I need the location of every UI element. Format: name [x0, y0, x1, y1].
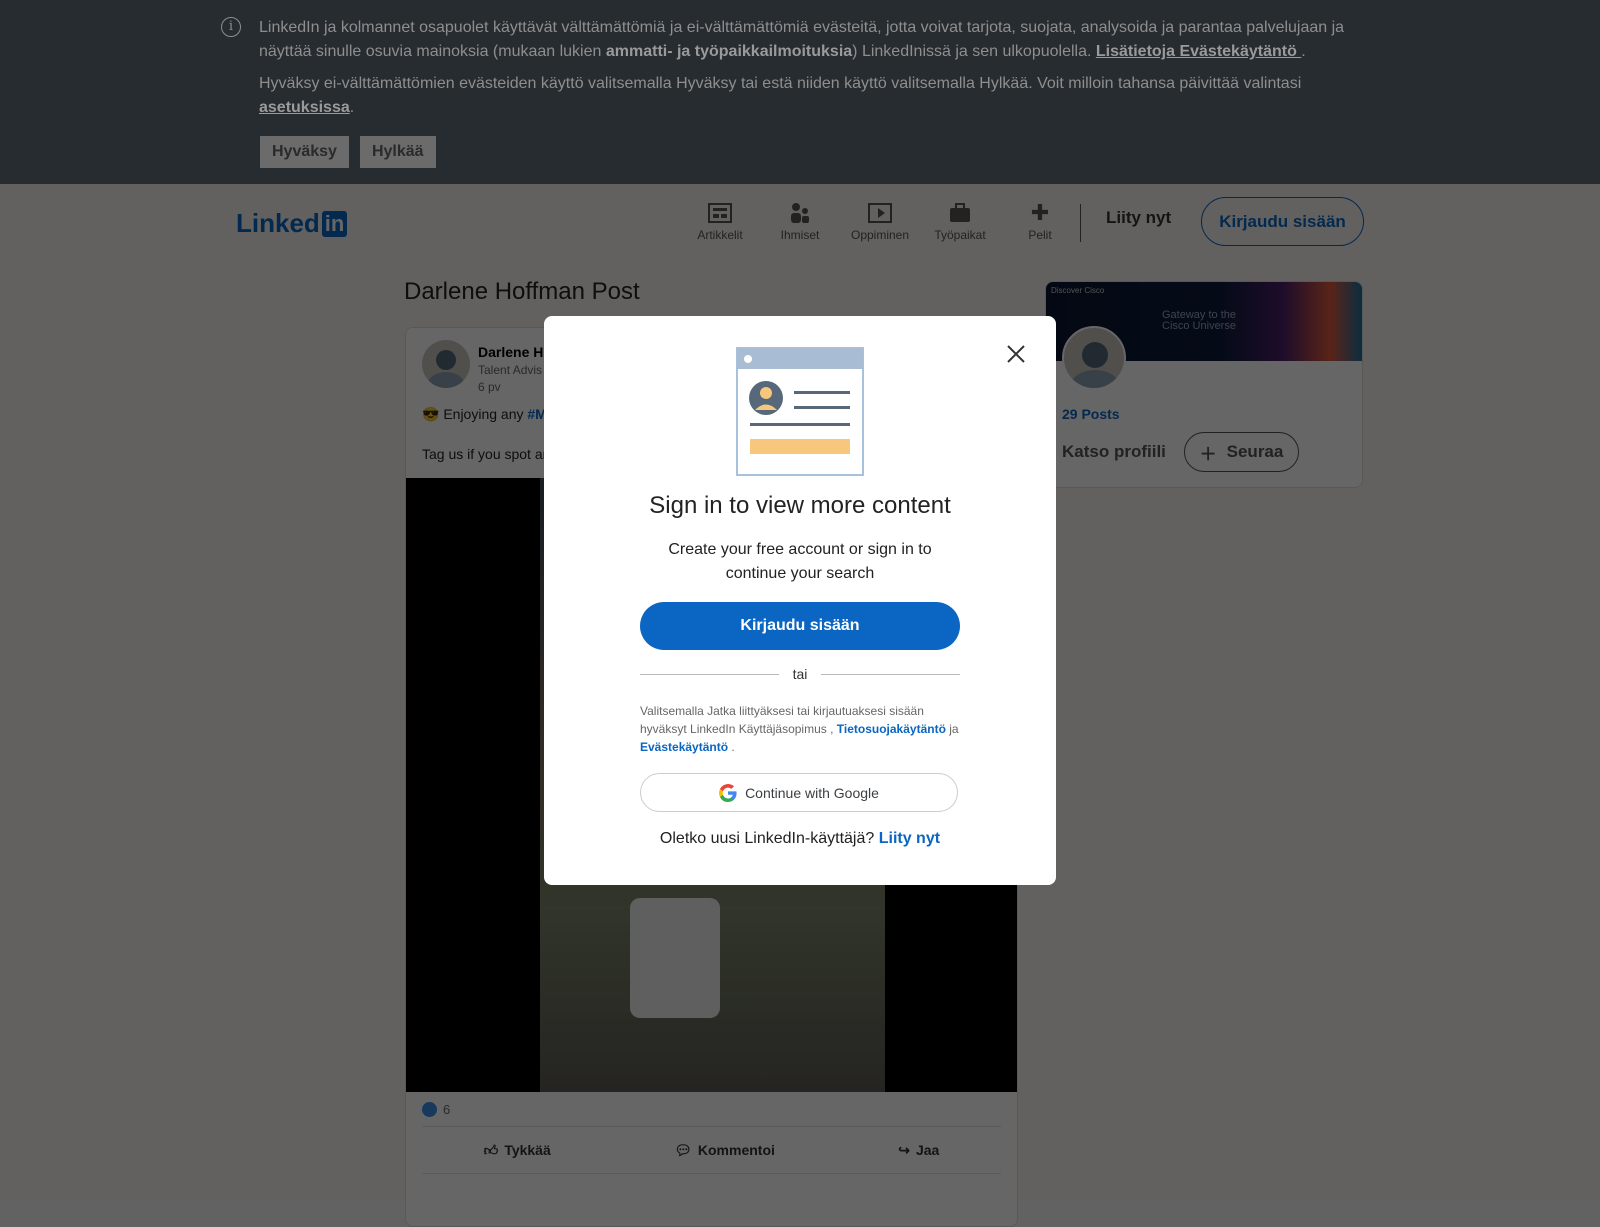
- post-text-part: Enjoying any: [439, 406, 528, 422]
- nav-games[interactable]: ✚ Pelit: [1000, 200, 1080, 242]
- post-text-line2: Tag us if you spot ar: [422, 446, 548, 462]
- follow-button[interactable]: ＋ Seuraa: [1184, 432, 1299, 472]
- nav-jobs[interactable]: Työpaikat: [920, 202, 1000, 242]
- nav-label: Pelit: [1028, 228, 1052, 242]
- banner-title: Gateway to the Cisco Universe: [1162, 309, 1236, 332]
- settings-link[interactable]: asetuksissa: [259, 99, 350, 116]
- sign-in-button[interactable]: Kirjaudu sisään: [1201, 197, 1364, 246]
- people-icon: [788, 202, 812, 224]
- follow-label: Seuraa: [1226, 442, 1284, 461]
- reject-cookies-button[interactable]: Hylkää: [359, 136, 436, 168]
- google-label: Continue with Google: [745, 784, 879, 801]
- share-button[interactable]: ↪ Jaa: [898, 1142, 939, 1159]
- join-now-link[interactable]: Liity nyt: [1106, 206, 1171, 230]
- legal-text-part: ja: [945, 722, 959, 736]
- cookie-text-part: ) LinkedInissä ja sen ulkopuolella.: [852, 43, 1096, 60]
- google-icon: [719, 783, 737, 802]
- comment-icon: 💬︎: [674, 1141, 692, 1158]
- nav-label: Työpaikat: [934, 228, 986, 242]
- thumbs-up-icon: 👍︎: [483, 1141, 499, 1158]
- or-label: tai: [792, 666, 808, 682]
- share-label: Jaa: [915, 1142, 940, 1158]
- reactions-count[interactable]: 6: [422, 1102, 450, 1117]
- logo-in: in: [321, 210, 348, 237]
- author-name[interactable]: Darlene H: [478, 344, 543, 360]
- nav-divider: [1080, 204, 1081, 242]
- legal-text: Valitsemalla Jatka liittyäksesi tai kirj…: [640, 702, 960, 756]
- cookie-text-bold: ammatti- ja työpaikkailmoituksia: [605, 43, 853, 60]
- learning-icon: [868, 202, 892, 224]
- sign-in-modal: Sign in to view more content Create your…: [544, 316, 1056, 885]
- cookie-text: LinkedIn ja kolmannet osapuolet käyttävä…: [259, 19, 1345, 60]
- like-label: Tykkää: [504, 1142, 551, 1158]
- share-arrow-icon: ↪: [898, 1141, 910, 1158]
- divider: [422, 1126, 1001, 1127]
- logo-text: Linked: [236, 208, 320, 238]
- linkedin-logo[interactable]: Linked in: [236, 208, 348, 239]
- profile-card-illustration: [736, 347, 864, 476]
- view-profile-link[interactable]: Katso profiili: [1062, 442, 1166, 462]
- modal-subtitle: Create your free account or sign in to c…: [668, 541, 932, 582]
- or-divider: tai: [640, 666, 961, 682]
- nav-articles[interactable]: Artikkelit: [680, 202, 760, 242]
- nav-label: Artikkelit: [697, 228, 743, 242]
- info-icon: i: [221, 17, 241, 37]
- comment-label: Kommentoi: [697, 1142, 775, 1158]
- plus-icon: ＋: [1199, 444, 1217, 464]
- modal-join-link[interactable]: Liity nyt: [879, 830, 940, 847]
- post-text: 😎 Enjoying any #M: [422, 406, 547, 423]
- like-button[interactable]: 👍︎ Tykkää: [484, 1142, 551, 1159]
- nav-people[interactable]: Ihmiset: [760, 202, 840, 242]
- nav-learning[interactable]: Oppiminen: [840, 202, 920, 242]
- post-time: 6 pv: [478, 380, 501, 394]
- jobs-icon: [948, 202, 972, 224]
- new-user-question: Oletko uusi LinkedIn-käyttäjä?: [659, 830, 879, 847]
- banner-small-text: Discover Cisco: [1051, 286, 1105, 295]
- author-sidebar-card: Discover Cisco Gateway to the Cisco Univ…: [1045, 281, 1363, 488]
- author-avatar[interactable]: [422, 340, 470, 388]
- like-reaction-icon: [422, 1102, 437, 1117]
- nav-label: Oppiminen: [850, 228, 910, 242]
- cookie-text-2: Hyväksy ei-välttämättömien evästeiden kä…: [259, 75, 1302, 116]
- close-icon[interactable]: [1004, 342, 1028, 366]
- new-user-text: Oletko uusi LinkedIn-käyttäjä? Liity nyt: [544, 830, 1056, 848]
- learn-more-link[interactable]: Lisätietoja Evästekäytäntö: [1096, 43, 1301, 60]
- comment-button[interactable]: 💬︎ Kommentoi: [674, 1142, 775, 1159]
- divider: [422, 1173, 1001, 1174]
- privacy-policy-link[interactable]: Tietosuojakäytäntö: [837, 722, 946, 736]
- nav-label: Ihmiset: [780, 228, 820, 242]
- reaction-number: 6: [443, 1102, 451, 1117]
- video-content: [630, 898, 720, 1018]
- accept-cookies-button[interactable]: Hyväksy: [260, 136, 349, 168]
- games-icon: ✚: [1030, 200, 1050, 225]
- cookie-text-part: Hyväksy ei-välttämättömien evästeiden kä…: [259, 75, 1302, 92]
- cookie-policy-link[interactable]: Evästekäytäntö: [640, 740, 728, 754]
- legal-text-part: .: [728, 740, 735, 754]
- page-title: Darlene Hoffman Post: [404, 278, 640, 305]
- modal-sign-in-button[interactable]: Kirjaudu sisään: [640, 602, 960, 650]
- posts-count-link[interactable]: 29 Posts: [1062, 406, 1120, 422]
- articles-icon: [708, 202, 732, 224]
- cookie-banner: i LinkedIn ja kolmannet osapuolet käyttä…: [0, 0, 1600, 184]
- author-headline: Talent Advis: [478, 363, 543, 377]
- emoji: 😎: [422, 406, 440, 422]
- modal-title: Sign in to view more content: [649, 492, 951, 519]
- profile-avatar[interactable]: [1062, 326, 1126, 390]
- continue-with-google-button[interactable]: Continue with Google: [640, 773, 958, 812]
